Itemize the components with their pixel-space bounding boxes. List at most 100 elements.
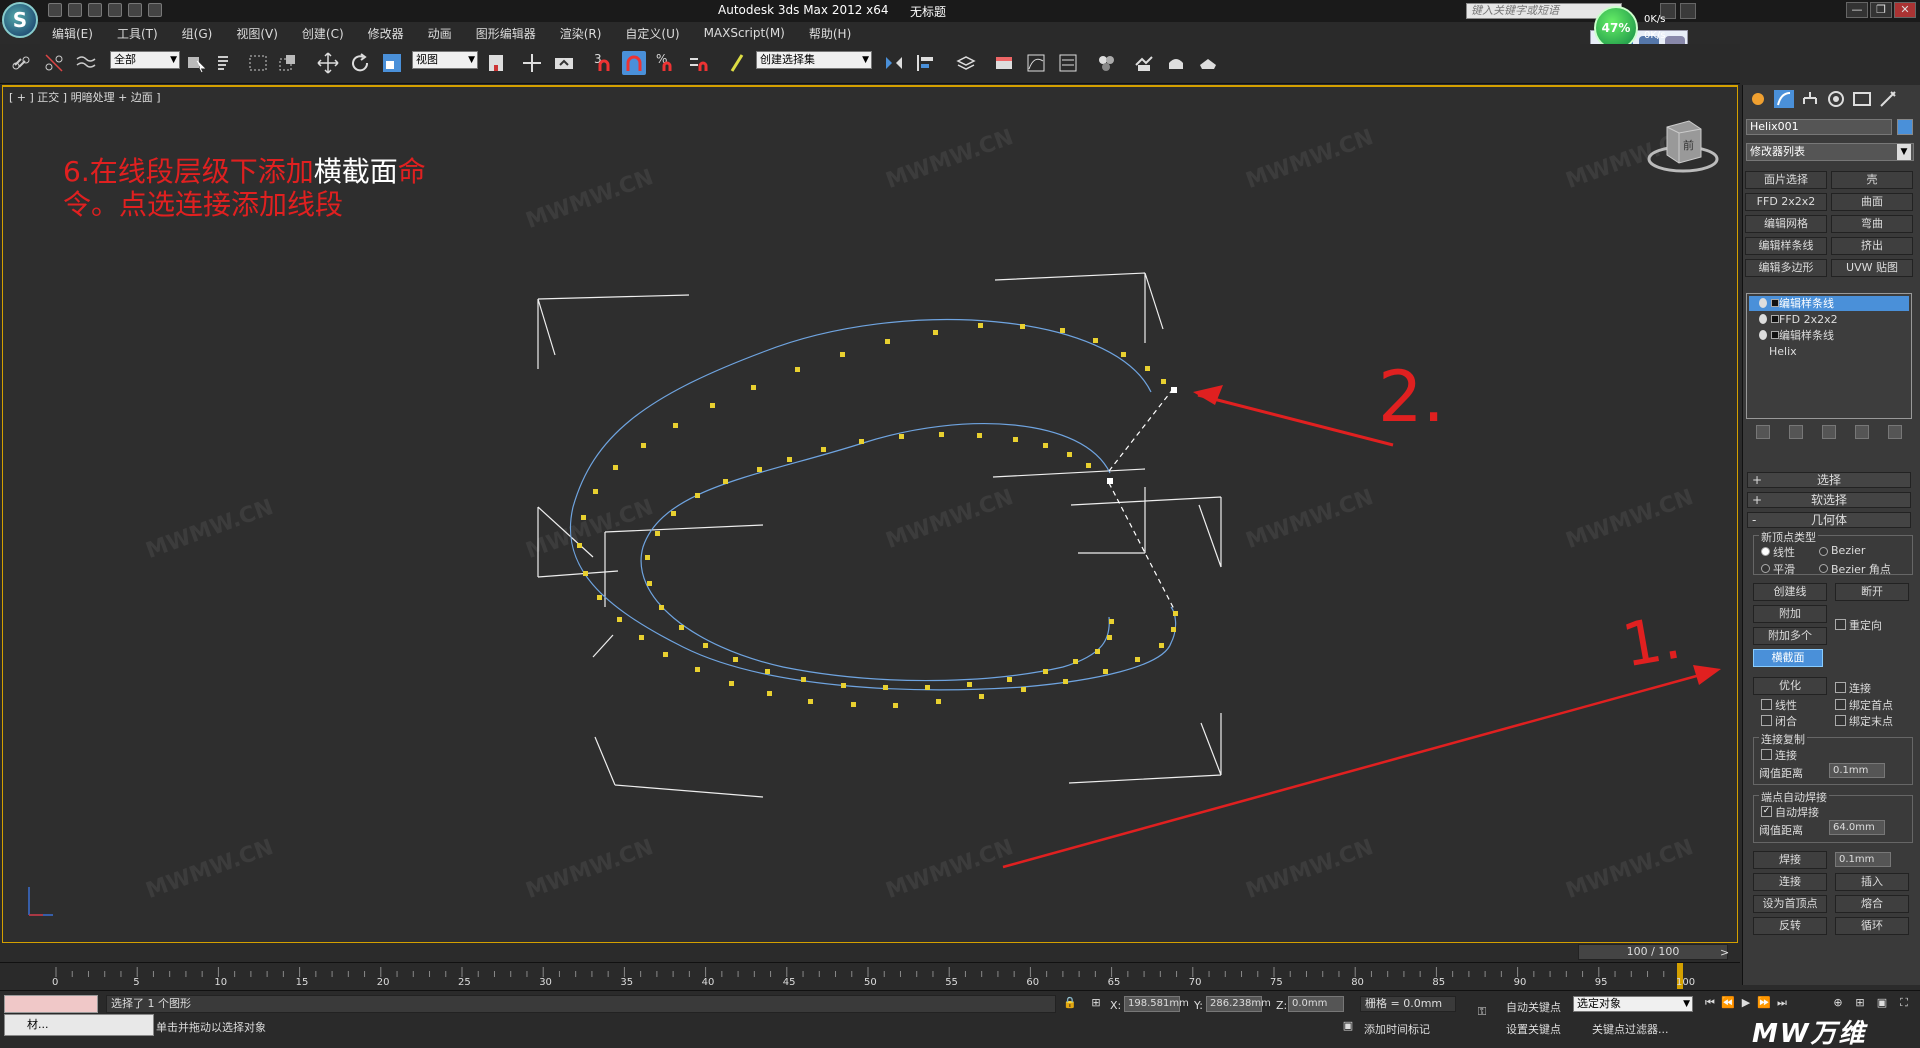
fuse-button[interactable]: 熔合: [1835, 895, 1909, 913]
utilities-tab-icon[interactable]: [1877, 89, 1899, 109]
add-time-tag[interactable]: 添加时间标记: [1364, 1021, 1430, 1037]
rollout-soft-selection[interactable]: + 软选择: [1747, 492, 1911, 508]
time-slider-next-icon[interactable]: >: [1720, 946, 1729, 959]
unlink-icon[interactable]: [42, 51, 66, 75]
auto-key-button[interactable]: 自动关键点: [1506, 999, 1561, 1015]
key-filters-button[interactable]: 关键点过滤器...: [1592, 1021, 1669, 1037]
named-selection-dropdown[interactable]: 创建选择集: [756, 51, 872, 69]
edit-named-sel-icon[interactable]: [726, 51, 750, 75]
uvw-map-button[interactable]: UVW 贴图: [1831, 259, 1913, 277]
align-icon[interactable]: [914, 51, 938, 75]
create-line-button[interactable]: 创建线: [1753, 583, 1827, 601]
selection-filter-dropdown[interactable]: 全部: [110, 51, 180, 69]
spline-vertices[interactable]: [577, 323, 1178, 708]
select-manipulate-icon[interactable]: [520, 51, 544, 75]
menu-help[interactable]: 帮助(H): [797, 25, 863, 42]
go-to-start-icon[interactable]: ⏮: [1702, 996, 1718, 1010]
open-file-icon[interactable]: [68, 3, 82, 17]
menu-view[interactable]: 视图(V): [224, 25, 290, 42]
extrude-button[interactable]: 挤出: [1831, 237, 1913, 255]
expand-icon[interactable]: [1771, 315, 1779, 323]
rendered-frame-icon[interactable]: [1164, 51, 1188, 75]
menu-create[interactable]: 创建(C): [290, 25, 356, 42]
rotate-icon[interactable]: [348, 51, 372, 75]
go-to-end-icon[interactable]: ⏭: [1774, 996, 1790, 1010]
remove-modifier-icon[interactable]: [1855, 425, 1870, 439]
quick-access-dropdown-icon[interactable]: [148, 3, 162, 17]
x-coordinate-field[interactable]: 198.581mm: [1124, 996, 1189, 1012]
play-icon[interactable]: ▶: [1738, 996, 1754, 1010]
minimize-button[interactable]: —: [1846, 2, 1868, 18]
window-crossing-icon[interactable]: [276, 51, 300, 75]
redo-icon[interactable]: [128, 3, 142, 17]
app-logo[interactable]: S: [2, 2, 38, 38]
zoom-icon[interactable]: ⊕: [1830, 996, 1846, 1010]
y-coordinate-field[interactable]: 286.238mm: [1206, 996, 1271, 1012]
insert-button[interactable]: 插入: [1835, 873, 1909, 891]
select-object-icon[interactable]: [184, 51, 208, 75]
make-unique-icon[interactable]: [1821, 425, 1836, 439]
object-color-swatch[interactable]: [1897, 119, 1913, 135]
create-tab-icon[interactable]: [1747, 89, 1769, 109]
surface-button[interactable]: 曲面: [1831, 193, 1913, 211]
pivot-center-icon[interactable]: [484, 51, 508, 75]
new-file-icon[interactable]: [48, 3, 62, 17]
linear-checkbox[interactable]: 线性: [1761, 697, 1797, 713]
scale-icon[interactable]: [380, 51, 404, 75]
keyboard-shortcut-icon[interactable]: [552, 51, 576, 75]
stack-item[interactable]: FFD 2x2x2: [1749, 312, 1909, 327]
refine-button[interactable]: 优化: [1753, 677, 1827, 695]
hierarchy-tab-icon[interactable]: [1799, 89, 1821, 109]
display-tab-icon[interactable]: [1851, 89, 1873, 109]
save-file-icon[interactable]: [88, 3, 102, 17]
show-end-result-icon[interactable]: [1788, 425, 1803, 439]
set-key-button[interactable]: 设置关键点: [1506, 1021, 1561, 1037]
reorient-checkbox[interactable]: 重定向: [1835, 617, 1882, 633]
connect-checkbox[interactable]: 连接: [1835, 680, 1871, 696]
timeline-track[interactable]: 0 5 10 15 20 25 30 35 40 45 50 55 60 65 70 75 80 85 90 95 10…: [0, 962, 1740, 990]
menu-edit[interactable]: 编辑(E): [40, 25, 105, 42]
threshold2-spinner[interactable]: 64.0mm: [1829, 820, 1885, 835]
maxscript-listener[interactable]: [4, 995, 98, 1013]
selected-vertex[interactable]: [1171, 387, 1177, 393]
taskbar-item[interactable]: 材...: [4, 1014, 154, 1036]
time-slider[interactable]: 100 / 100: [1578, 944, 1728, 960]
material-editor-icon[interactable]: [1094, 51, 1118, 75]
menu-modifiers[interactable]: 修改器: [356, 25, 416, 42]
radio-linear[interactable]: 线性: [1761, 544, 1795, 560]
menu-graph-editors[interactable]: 图形编辑器: [464, 25, 548, 42]
undo-icon[interactable]: [108, 3, 122, 17]
pin-stack-icon[interactable]: [1755, 425, 1770, 439]
menu-customize[interactable]: 自定义(U): [613, 25, 691, 42]
weld-spinner[interactable]: 0.1mm: [1835, 852, 1891, 867]
lightbulb-icon[interactable]: [1759, 314, 1767, 324]
configure-sets-icon[interactable]: [1888, 425, 1903, 439]
expand-icon[interactable]: [1771, 331, 1779, 339]
shell-button[interactable]: 壳: [1831, 171, 1913, 189]
angle-snap-icon[interactable]: [622, 51, 646, 75]
menu-maxscript[interactable]: MAXScript(M): [692, 26, 797, 40]
rect-selection-icon[interactable]: [246, 51, 270, 75]
stack-item[interactable]: 编辑样条线: [1749, 296, 1909, 311]
ffd-button[interactable]: FFD 2x2x2: [1745, 193, 1827, 211]
modify-tab-icon[interactable]: [1773, 89, 1795, 109]
stack-item[interactable]: 编辑样条线: [1749, 328, 1909, 343]
break-button[interactable]: 断开: [1835, 583, 1909, 601]
rollout-geometry[interactable]: - 几何体: [1747, 512, 1911, 528]
radio-bezier-corner[interactable]: Bezier 角点: [1819, 561, 1891, 577]
closed-checkbox[interactable]: 闭合: [1761, 713, 1797, 729]
menu-rendering[interactable]: 渲染(R): [548, 25, 614, 42]
spinner-snap-icon[interactable]: [686, 51, 710, 75]
radio-bezier[interactable]: Bezier: [1819, 544, 1865, 557]
modifier-list-dropdown[interactable]: 修改器列表: [1746, 143, 1914, 161]
key-selection-dropdown[interactable]: 选定对象: [1573, 996, 1693, 1012]
auto-weld-checkbox[interactable]: 自动焊接: [1761, 804, 1819, 820]
zoom-all-icon[interactable]: ⊞: [1852, 996, 1868, 1010]
restore-button[interactable]: ❐: [1870, 2, 1892, 18]
attach-multiple-button[interactable]: 附加多个: [1753, 627, 1827, 645]
lock-icon[interactable]: 🔒: [1062, 996, 1078, 1010]
expand-icon[interactable]: [1771, 299, 1779, 307]
link-icon[interactable]: [10, 51, 34, 75]
cross-section-button[interactable]: 横截面: [1753, 649, 1823, 667]
render-setup-icon[interactable]: [1132, 51, 1156, 75]
